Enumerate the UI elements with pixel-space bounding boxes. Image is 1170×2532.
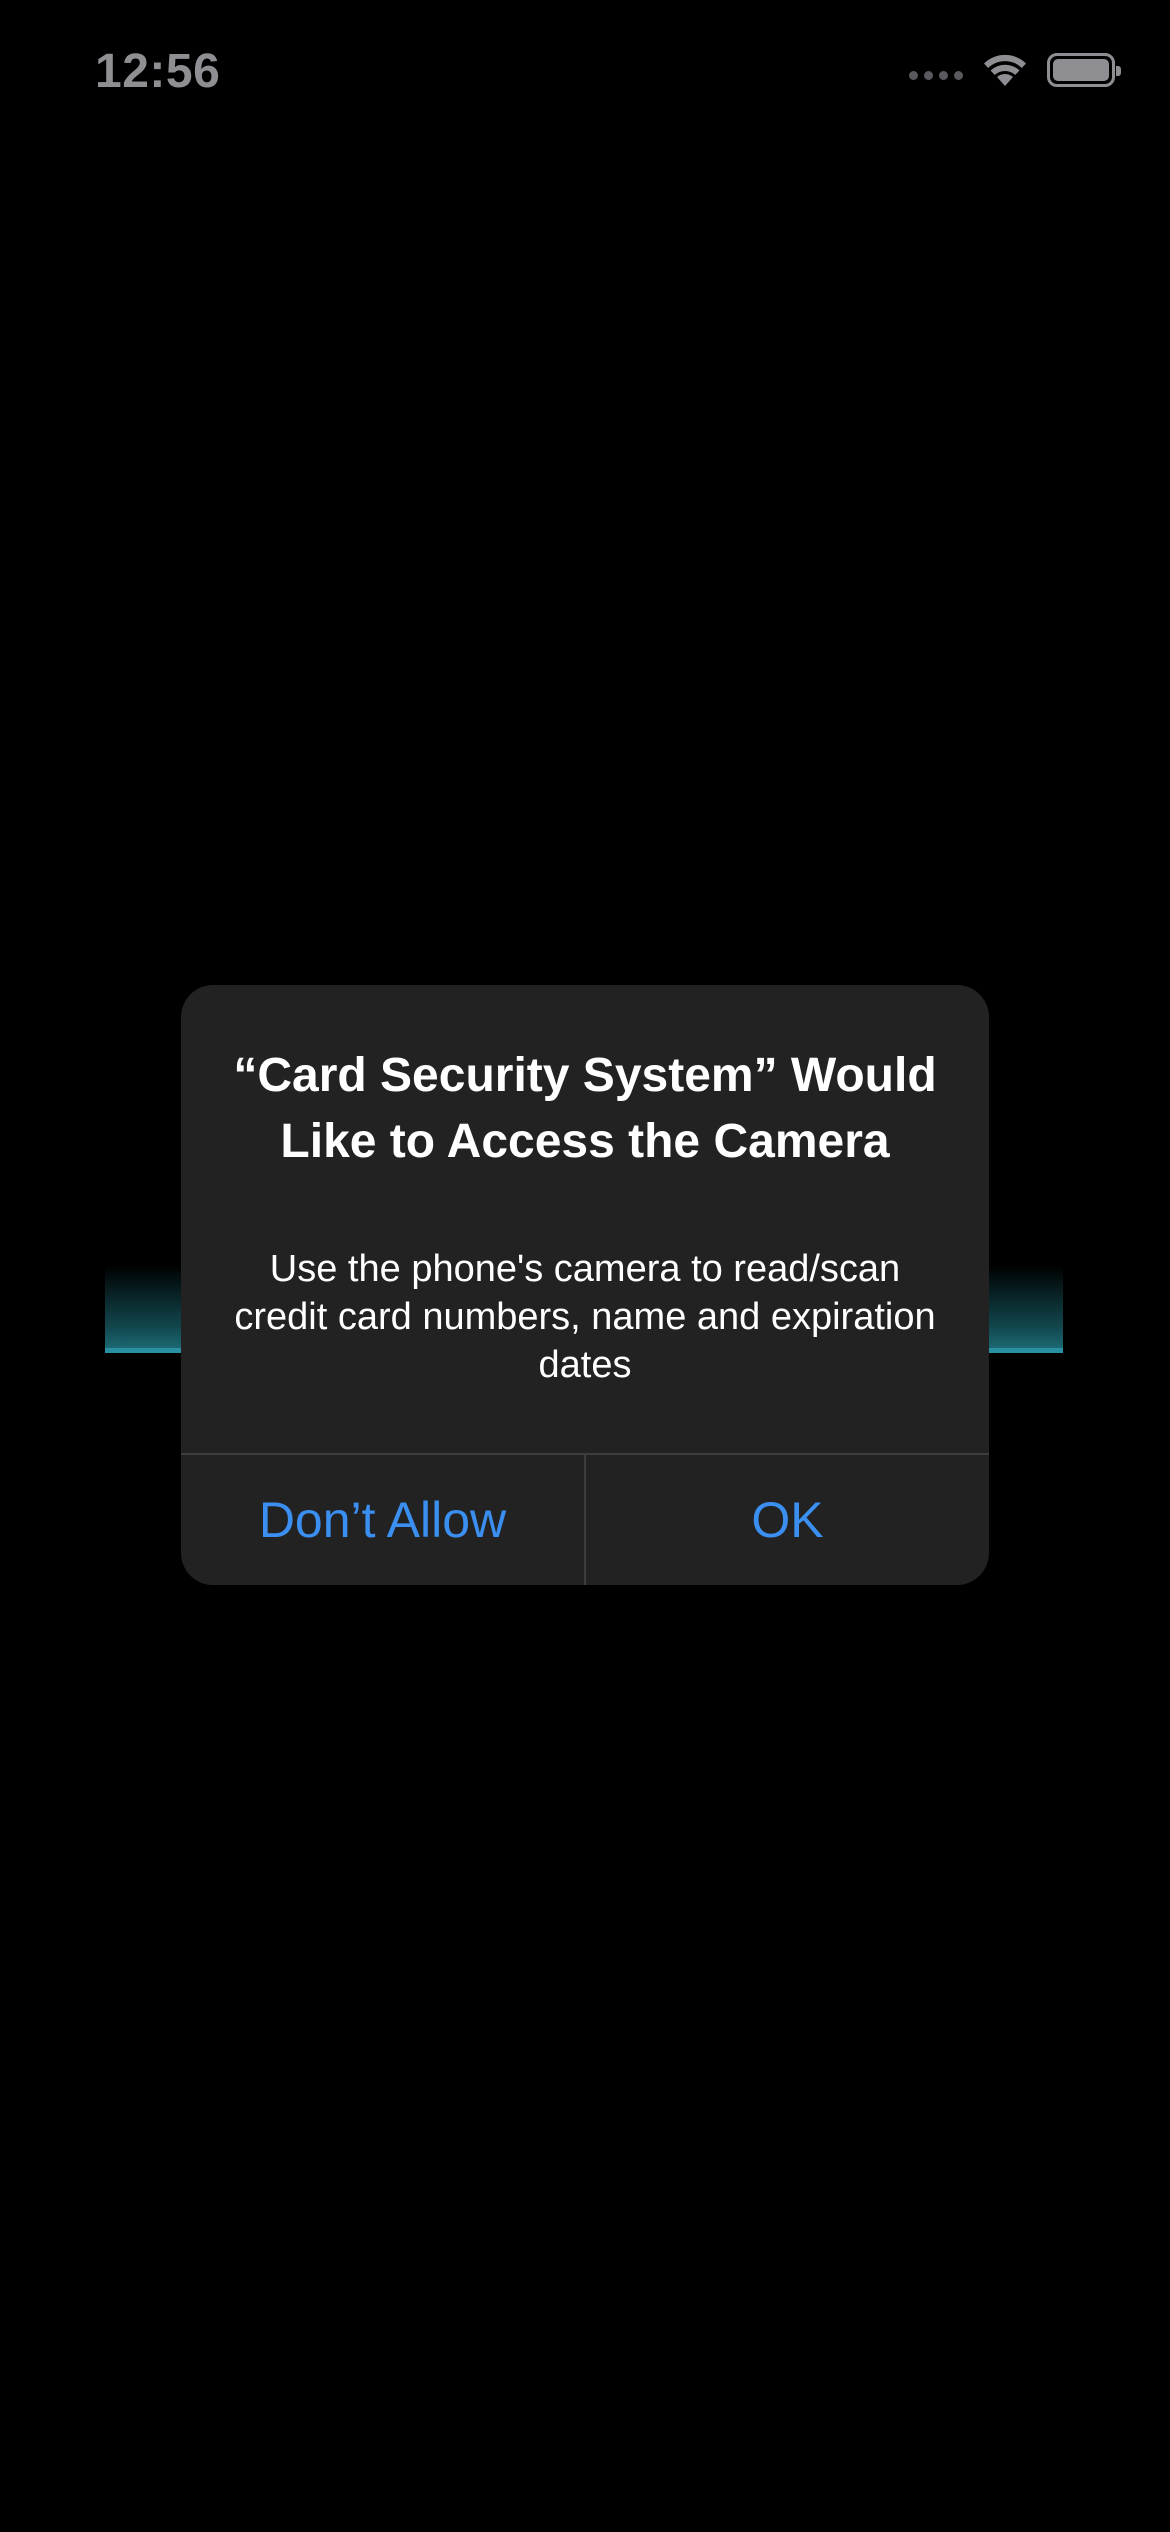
alert-message: Use the phone's camera to read/scan cred…: [234, 1248, 936, 1386]
camera-permission-alert: “Card Security System” Would Like to Acc…: [181, 985, 989, 1585]
battery-icon: [1047, 53, 1121, 87]
wifi-icon: [984, 54, 1026, 86]
alert-actions: Don’t Allow OK: [181, 1455, 989, 1585]
status-icons: [909, 52, 1121, 88]
status-bar: 12:56: [0, 0, 1170, 140]
alert-title: “Card Security System” Would Like to Acc…: [233, 1049, 937, 1168]
ok-button[interactable]: OK: [586, 1455, 989, 1585]
signal-dots-icon: [909, 70, 963, 80]
status-time: 12:56: [95, 45, 221, 98]
dont-allow-button[interactable]: Don’t Allow: [181, 1455, 584, 1585]
alert-body: “Card Security System” Would Like to Acc…: [181, 985, 989, 1453]
